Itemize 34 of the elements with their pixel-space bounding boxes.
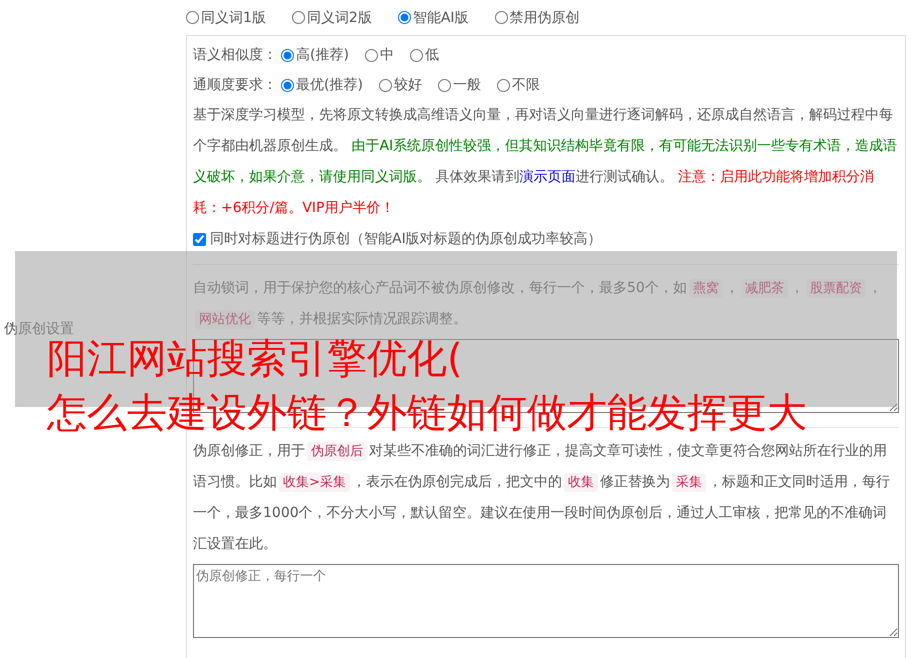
option-label[interactable]: 较好 — [394, 76, 422, 94]
radio-button[interactable] — [438, 78, 451, 92]
option-label[interactable]: 智能AI版 — [412, 8, 469, 26]
section-label: 伪原创设置 — [4, 320, 74, 338]
radio-button[interactable] — [186, 11, 199, 24]
option-label[interactable]: 同义词2版 — [306, 8, 372, 26]
option-label[interactable]: 不限 — [512, 76, 540, 94]
radio-button[interactable] — [378, 78, 392, 92]
option-label[interactable]: 最优(推荐) — [296, 76, 363, 94]
checkbox-label[interactable]: 同时对标题进行伪原创（智能AI版对标题的伪原创成功率较高） — [210, 230, 602, 248]
option-label[interactable]: 一般 — [452, 76, 481, 94]
field-label: 语义相似度： — [193, 46, 277, 64]
radio-button[interactable] — [398, 11, 411, 24]
radio-button[interactable] — [281, 48, 294, 62]
overlay-title: 怎么去建设外链？外链如何做才能发挥更大 — [47, 389, 807, 438]
correction-field[interactable]: 伪原创修正，每行一个 — [193, 564, 899, 638]
radio-button[interactable] — [364, 48, 378, 62]
radio-button[interactable] — [494, 11, 508, 24]
option-label[interactable]: 同义词1版 — [201, 8, 266, 26]
radio-button[interactable] — [281, 78, 294, 92]
option-label[interactable]: 中 — [380, 46, 394, 64]
demo-link[interactable]: 演示页面 — [519, 169, 576, 185]
description-text: 自动锁词，用于保护您的核心产品词不被伪原创修改，每行一个，最多50个，如 燕窝 ， 减肥茶 ， 股票配资 ， 网站优化 等等，并根据实际情况跟踪调整。 — [193, 278, 883, 331]
description-text: 基于深度学习模型，先将原文转换成高维语义向量，再对语义向量进行逐词解码，还原成自然语言，解码过程中每个字都由机器原创生成。 由于AI系统原创性较强，但其知识结构毕竟有限，有可能无法识别一些专有术语，造成语义破坏，如果介意，请使用同义词版。 具体效果请到演示页面进行测试确认。 注意：启用此功能将增加积分消耗：+6积分/篇。VIP用户半价！ — [193, 106, 898, 218]
option-label[interactable]: 禁用伪原创 — [510, 8, 580, 26]
checkbox[interactable] — [193, 232, 206, 246]
description-text: 伪原创修正，用于 伪原创后 对某些不准确的词汇进行修正，提高文章可读性，使文章更符合您网站所在行业的用语习惯。比如 收集>采集 ，表示在伪原创完成后，把文中的 收集 修正替换为 采集 ，标题和正文同时适用，每行一个，最多1000个，不分大小写，默认留空。建议在使用一段时间伪原创后，通过人工审核，把常见的不准确词汇设置在此。 — [193, 441, 891, 554]
option-label[interactable]: 高(推荐) — [296, 46, 349, 64]
radio-button[interactable] — [496, 78, 510, 92]
option-label[interactable]: 低 — [424, 46, 439, 64]
overlay-title: 阳江网站搜索引擎优化( — [47, 335, 463, 384]
field-label: 通顺度要求： — [193, 76, 277, 94]
radio-button[interactable] — [292, 11, 305, 24]
radio-button[interactable] — [410, 48, 423, 62]
